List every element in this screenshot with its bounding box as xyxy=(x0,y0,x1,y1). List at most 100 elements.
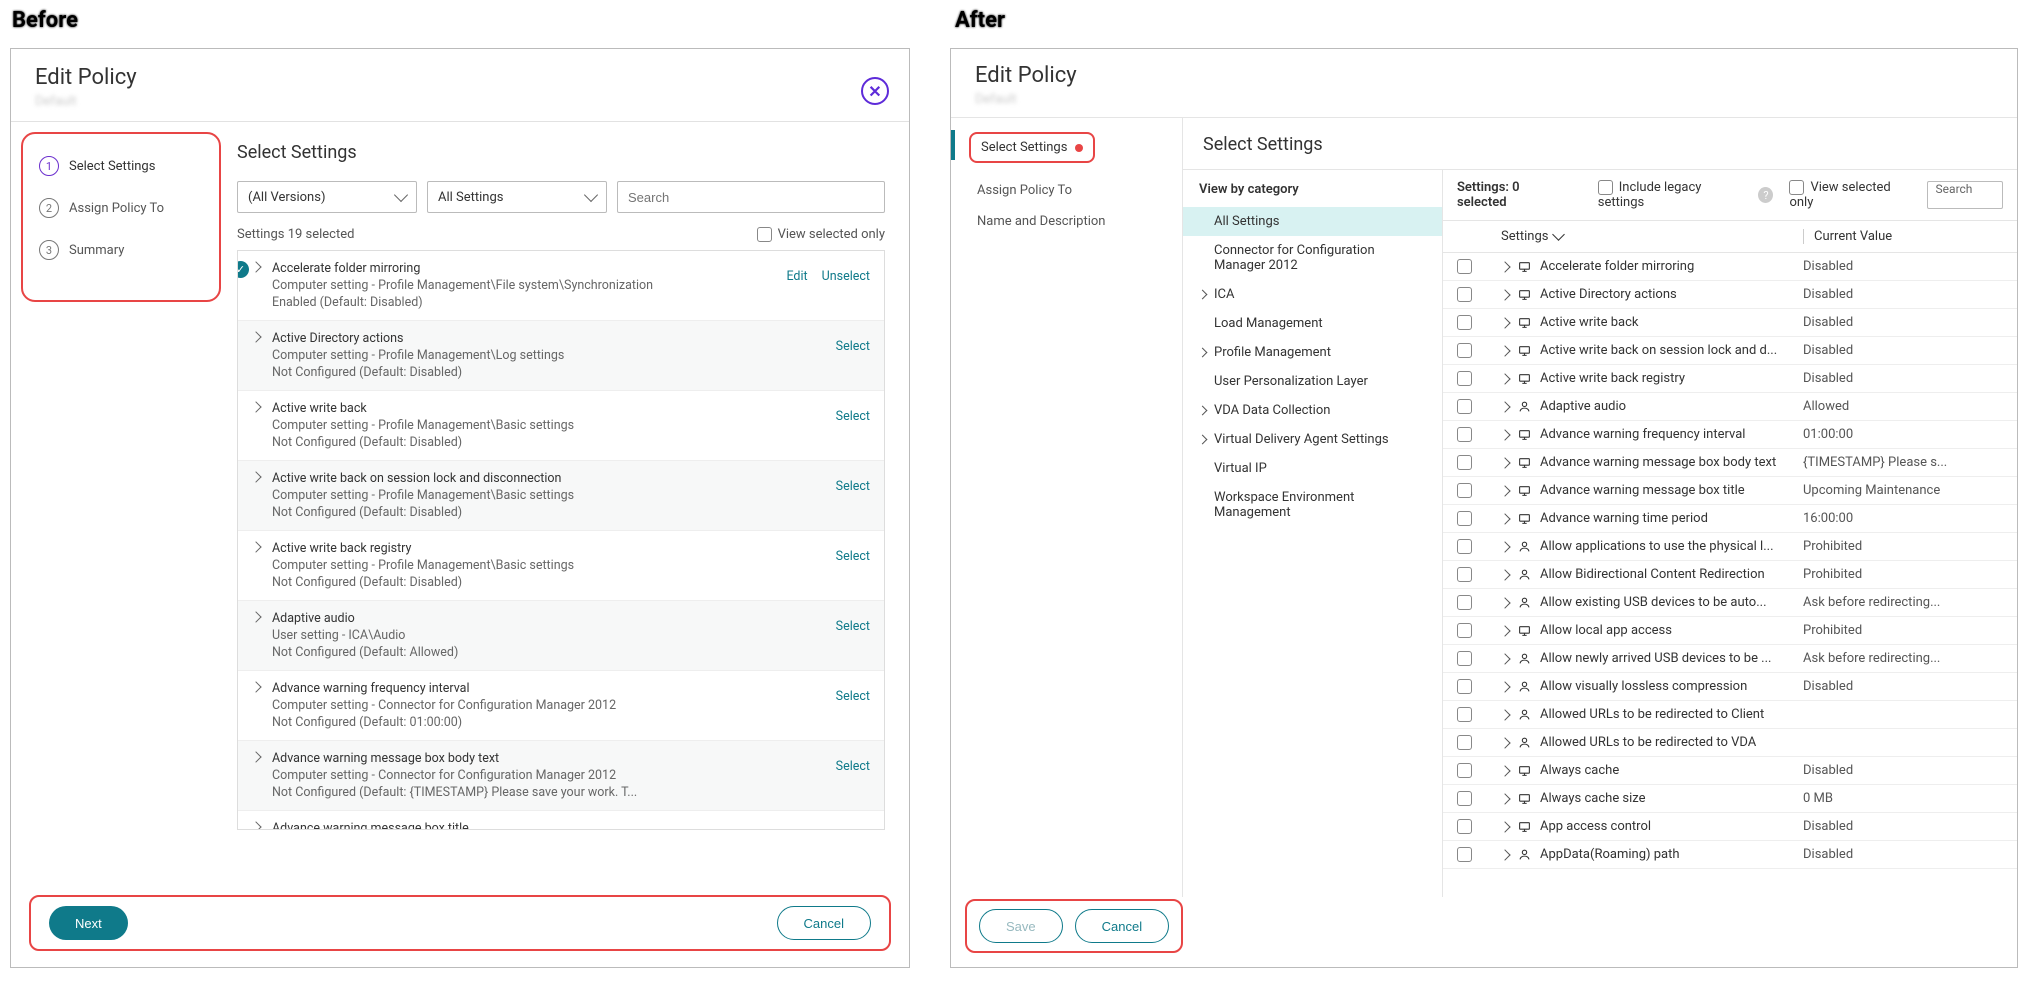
select-link[interactable]: Select xyxy=(836,479,870,494)
table-row[interactable]: Allow visually lossless compressionDisab… xyxy=(1443,673,2017,701)
next-button[interactable]: Next xyxy=(49,906,128,940)
row-checkbox[interactable] xyxy=(1457,707,1472,722)
checkbox-icon[interactable] xyxy=(757,227,772,242)
expand-icon[interactable] xyxy=(1501,653,1511,664)
table-row[interactable]: AppData(Roaming) pathDisabled xyxy=(1443,841,2017,869)
row-checkbox[interactable] xyxy=(1457,623,1472,638)
table-row[interactable]: Allowed URLs to be redirected to Client xyxy=(1443,701,2017,729)
row-checkbox[interactable] xyxy=(1457,847,1472,862)
select-link[interactable]: Select xyxy=(836,339,870,354)
setting-item[interactable]: Adaptive audioUser setting - ICA\AudioNo… xyxy=(238,601,884,671)
row-checkbox[interactable] xyxy=(1457,735,1472,750)
expand-icon[interactable] xyxy=(1501,541,1511,552)
expand-icon[interactable] xyxy=(1501,569,1511,580)
expand-icon[interactable] xyxy=(1501,681,1511,692)
unselect-link[interactable]: Unselect xyxy=(822,269,870,284)
view-selected-only-after[interactable]: View selected only xyxy=(1789,180,1910,210)
select-link[interactable]: Select xyxy=(836,549,870,564)
expand-icon[interactable] xyxy=(1501,317,1511,328)
include-legacy[interactable]: Include legacy settings xyxy=(1598,180,1743,210)
table-row[interactable]: Allow newly arrived USB devices to be ..… xyxy=(1443,645,2017,673)
wizard-step[interactable]: 3Summary xyxy=(39,240,203,260)
select-link[interactable]: Select xyxy=(836,689,870,704)
nav-item[interactable]: Name and Description xyxy=(961,206,1172,237)
category-item[interactable]: Connector for Configuration Manager 2012 xyxy=(1183,236,1442,280)
row-checkbox[interactable] xyxy=(1457,763,1472,778)
table-row[interactable]: Active write back on session lock and d.… xyxy=(1443,337,2017,365)
setting-item[interactable]: Advance warning frequency intervalComput… xyxy=(238,671,884,741)
table-row[interactable]: Always cache size0 MB xyxy=(1443,785,2017,813)
expand-icon[interactable] xyxy=(1501,429,1511,440)
row-checkbox[interactable] xyxy=(1457,819,1472,834)
close-icon[interactable]: ✕ xyxy=(861,77,889,105)
category-item[interactable]: VDA Data Collection xyxy=(1183,396,1442,425)
table-row[interactable]: Active write back registryDisabled xyxy=(1443,365,2017,393)
table-row[interactable]: Active write backDisabled xyxy=(1443,309,2017,337)
table-row[interactable]: Advance warning frequency interval01:00:… xyxy=(1443,421,2017,449)
table-row[interactable]: Allow Bidirectional Content RedirectionP… xyxy=(1443,561,2017,589)
expand-icon[interactable] xyxy=(250,541,261,552)
expand-icon[interactable] xyxy=(250,401,261,412)
setting-item[interactable]: Active write back registryComputer setti… xyxy=(238,531,884,601)
table-row[interactable]: Always cacheDisabled xyxy=(1443,757,2017,785)
setting-item[interactable]: Active Directory actionsComputer setting… xyxy=(238,321,884,391)
nav-item-highlight[interactable]: Select Settings xyxy=(969,132,1095,163)
expand-icon[interactable] xyxy=(1501,289,1511,300)
nav-item[interactable]: Assign Policy To xyxy=(961,175,1172,206)
category-item[interactable]: Workspace Environment Management xyxy=(1183,483,1442,527)
expand-icon[interactable] xyxy=(1501,345,1511,356)
row-checkbox[interactable] xyxy=(1457,287,1472,302)
expand-icon[interactable] xyxy=(250,821,261,830)
table-row[interactable]: Active Directory actionsDisabled xyxy=(1443,281,2017,309)
category-item[interactable]: User Personalization Layer xyxy=(1183,367,1442,396)
category-item[interactable]: ICA xyxy=(1183,280,1442,309)
expand-icon[interactable] xyxy=(1501,793,1511,804)
table-row[interactable]: Allow applications to use the physical l… xyxy=(1443,533,2017,561)
row-checkbox[interactable] xyxy=(1457,651,1472,666)
table-row[interactable]: Advance warning message box body text{TI… xyxy=(1443,449,2017,477)
category-item[interactable]: Virtual IP xyxy=(1183,454,1442,483)
setting-item[interactable]: ✓Accelerate folder mirroringComputer set… xyxy=(238,251,884,321)
search-button[interactable]: Search xyxy=(1927,181,2003,209)
expand-icon[interactable] xyxy=(1501,849,1511,860)
search-input[interactable] xyxy=(617,181,885,213)
expand-icon[interactable] xyxy=(1501,373,1511,384)
expand-icon[interactable] xyxy=(250,751,261,762)
expand-icon[interactable] xyxy=(250,471,261,482)
setting-item[interactable]: Advance warning message box body textCom… xyxy=(238,741,884,811)
table-row[interactable]: Allow local app accessProhibited xyxy=(1443,617,2017,645)
row-checkbox[interactable] xyxy=(1457,371,1472,386)
category-item[interactable]: All Settings xyxy=(1183,207,1442,236)
row-checkbox[interactable] xyxy=(1457,455,1472,470)
table-row[interactable]: Accelerate folder mirroringDisabled xyxy=(1443,253,2017,281)
cancel-button[interactable]: Cancel xyxy=(1075,909,1169,943)
table-row[interactable]: Advance warning time period16:00:00 xyxy=(1443,505,2017,533)
expand-icon[interactable] xyxy=(250,331,261,342)
expand-icon[interactable] xyxy=(1501,821,1511,832)
checkbox-icon[interactable] xyxy=(1789,180,1804,195)
row-checkbox[interactable] xyxy=(1457,539,1472,554)
expand-icon[interactable] xyxy=(1501,737,1511,748)
edit-link[interactable]: Edit xyxy=(786,269,807,284)
select-link[interactable]: Select xyxy=(836,409,870,424)
row-checkbox[interactable] xyxy=(1457,399,1472,414)
expand-icon[interactable] xyxy=(1501,709,1511,720)
checkbox-icon[interactable] xyxy=(1598,180,1613,195)
cancel-button[interactable]: Cancel xyxy=(777,906,871,940)
row-checkbox[interactable] xyxy=(1457,595,1472,610)
view-selected-only[interactable]: View selected only xyxy=(757,227,885,242)
wizard-step[interactable]: 1Select Settings xyxy=(39,156,203,176)
table-row[interactable]: App access controlDisabled xyxy=(1443,813,2017,841)
table-row[interactable]: Allow existing USB devices to be auto...… xyxy=(1443,589,2017,617)
category-item[interactable]: Virtual Delivery Agent Settings xyxy=(1183,425,1442,454)
expand-icon[interactable] xyxy=(250,611,261,622)
settings-list[interactable]: ✓Accelerate folder mirroringComputer set… xyxy=(237,250,885,830)
expand-icon[interactable] xyxy=(1501,513,1511,524)
row-checkbox[interactable] xyxy=(1457,315,1472,330)
expand-icon[interactable] xyxy=(1501,261,1511,272)
col-value[interactable]: Current Value xyxy=(1803,229,2003,244)
row-checkbox[interactable] xyxy=(1457,259,1472,274)
select-link[interactable]: Select xyxy=(836,619,870,634)
row-checkbox[interactable] xyxy=(1457,343,1472,358)
settings-dropdown[interactable]: All Settings xyxy=(427,181,607,213)
